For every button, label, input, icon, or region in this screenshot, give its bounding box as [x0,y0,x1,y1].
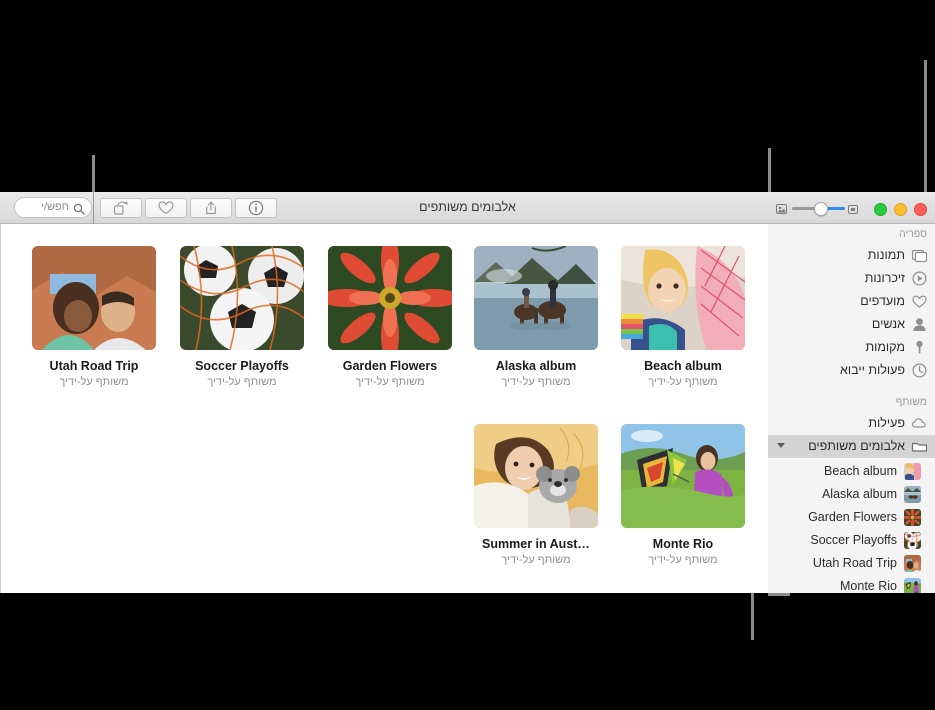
slider-thumb[interactable] [814,202,828,216]
shared-albums-row[interactable]: אלבומים משותפים [768,435,935,458]
chevron-down-icon[interactable] [777,443,785,448]
sidebar-item-label: פעילות [868,416,905,430]
sidebar-item-label: פעולות ייבוא [840,363,905,377]
search-icon [73,202,85,220]
sidebar-item-favorites[interactable]: מועדפים [768,290,935,313]
shared-album-list-item[interactable]: Alaska album [768,483,935,506]
albums-grid: Utah Road Trip משותף על-ידיך Soccer Play… [0,224,768,593]
screenshot-stage: אלבומים משותפים חפש/י Utah Road Trip משו… [0,0,935,710]
person-icon [911,316,928,333]
search-input[interactable]: חפש/י [14,197,92,218]
album-thumbnail [621,246,745,350]
sidebar-item-label: אנשים [871,317,905,331]
search-placeholder: חפש/י [41,201,69,213]
close-window-button[interactable] [914,203,927,216]
album-thumbnail [904,463,921,480]
album-title: Soccer Playoffs [195,359,289,373]
heart-icon [911,293,928,310]
sidebar-shared-header: משותף [895,396,927,408]
album-title: Utah Road Trip [49,359,139,373]
pin-icon [911,339,928,356]
window-titlebar: אלבומים משותפים חפש/י [0,192,935,224]
cloud-icon [911,415,928,432]
sidebar-item-label: מקומות [865,340,905,354]
shared-album-list-item[interactable]: Beach album [768,460,935,483]
large-thumbnail-icon [848,205,858,214]
small-thumbnail-icon [776,204,787,214]
album-title: Beach album [644,359,722,373]
album-thumbnail [328,246,452,350]
album-tile[interactable]: Soccer Playoffs משותף על-ידיך [180,246,304,388]
album-subtitle: משותף על-ידיך [59,376,129,388]
folder-icon [911,438,928,455]
album-title: Garden Flowers [342,359,438,373]
toolbar-divider [93,192,94,224]
sidebar: ספריה תמונות זיכרונות מועדפים אנשים מקומ… [768,224,935,593]
minimize-window-button[interactable] [894,203,907,216]
shared-album-list-item[interactable]: Garden Flowers [768,506,935,529]
album-subtitle: משותף על-ידיך [501,554,571,566]
shared-album-label: Beach album [824,464,897,478]
sidebar-item-places[interactable]: מקומות [768,336,935,359]
sidebar-item-label: תמונות [867,248,905,262]
clock-icon [911,362,928,379]
album-subtitle: משותף על-ידיך [207,376,277,388]
shared-album-label: Soccer Playoffs [810,533,897,547]
shared-album-list-item[interactable]: Soccer Playoffs [768,529,935,552]
shared-album-list-item[interactable]: Monte Rio [768,575,935,593]
zoom-window-button[interactable] [874,203,887,216]
album-thumbnail [180,246,304,350]
photos-icon [911,247,928,264]
photos-window: אלבומים משותפים חפש/י Utah Road Trip משו… [0,192,935,593]
album-tile[interactable]: Monte Rio משותף על-ידיך [621,424,745,566]
info-button[interactable] [235,198,277,218]
album-thumbnail [621,424,745,528]
sidebar-item-photos[interactable]: תמונות [768,244,935,267]
album-tile[interactable]: Utah Road Trip משותף על-ידיך [32,246,156,388]
sidebar-item-memories[interactable]: זיכרונות [768,267,935,290]
album-thumbnail [904,555,921,572]
favorite-button[interactable] [145,198,187,218]
album-tile[interactable]: Alaska album משותף על-ידיך [474,246,598,388]
callout-album-list-bracket-bottom [768,593,790,596]
album-tile[interactable]: Summer in Aust… משותף על-ידיך [474,424,598,566]
album-tile[interactable]: Beach album משותף על-ידיך [621,246,745,388]
shared-album-label: Monte Rio [840,579,897,593]
memories-icon [911,270,928,287]
album-subtitle: משותף על-ידיך [648,554,718,566]
album-thumbnail [474,246,598,350]
album-thumbnail [32,246,156,350]
sidebar-item-imports[interactable]: פעולות ייבוא [768,359,935,382]
shared-album-list-item[interactable]: Utah Road Trip [768,552,935,575]
album-title: Summer in Aust… [482,537,590,551]
album-subtitle: משותף על-ידיך [355,376,425,388]
album-title: Monte Rio [652,537,714,551]
sidebar-item-label: אלבומים משותפים [808,439,905,453]
album-title: Alaska album [495,359,577,373]
album-subtitle: משותף על-ידיך [501,376,571,388]
rotate-button[interactable] [100,198,142,218]
share-button[interactable] [190,198,232,218]
album-thumbnail [904,578,921,593]
album-subtitle: משותף על-ידיך [648,376,718,388]
album-thumbnail [904,486,921,503]
sidebar-item-label: מועדפים [860,294,905,308]
album-thumbnail [904,532,921,549]
shared-album-label: Alaska album [821,487,897,501]
sidebar-library-header: ספריה [899,228,927,240]
shared-album-label: Garden Flowers [808,510,897,524]
album-thumbnail [474,424,598,528]
callout-zoom-slider-line [924,60,927,200]
album-thumbnail [904,509,921,526]
thumbnail-size-slider[interactable] [776,201,860,216]
sidebar-item-activity[interactable]: פעילות [768,412,935,435]
sidebar-item-label: זיכרונות [864,271,905,285]
sidebar-item-people[interactable]: אנשים [768,313,935,336]
album-tile[interactable]: Garden Flowers משותף על-ידיך [328,246,452,388]
shared-album-label: Utah Road Trip [812,556,897,570]
